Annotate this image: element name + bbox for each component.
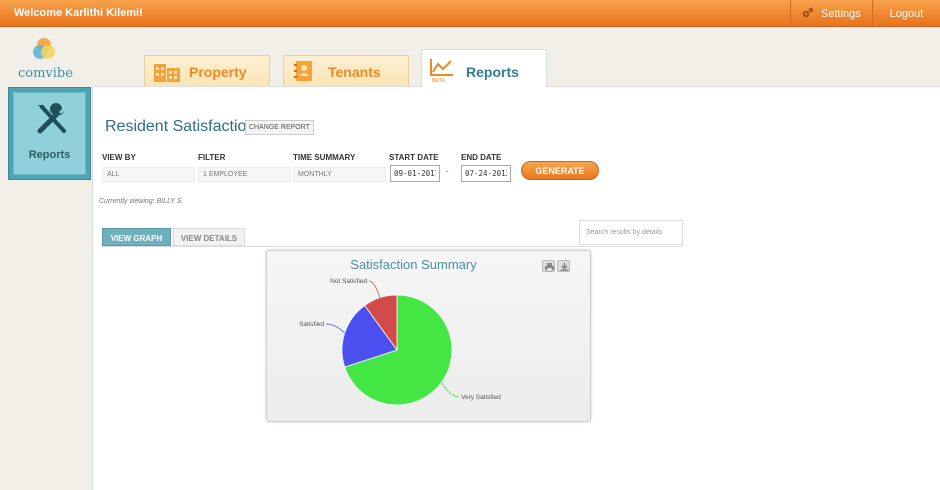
slice-not-satisfied-label: Not Satisfied <box>330 278 367 285</box>
date-separator: - <box>446 167 449 176</box>
building-icon <box>154 64 180 82</box>
chart-panel: Very Satisfied Satisfied Not Satisfied Sat… <box>266 250 591 422</box>
filter-label: FILTER <box>198 153 226 162</box>
line-chart-icon <box>430 59 453 76</box>
download-icon <box>560 263 569 271</box>
generate-button[interactable]: GENERATE <box>521 161 599 180</box>
tab-tenants-label: Tenants <box>328 64 381 80</box>
sidebar-item-reports-inner: Reports <box>13 92 86 175</box>
change-report-button[interactable]: CHANGE REPORT <box>245 120 314 135</box>
main-content: Resident Satisfaction CHANGE REPORT VIEW… <box>93 86 940 490</box>
pie-chart: Very Satisfied Satisfied Not Satisfied <box>299 278 501 406</box>
tab-tenants[interactable]: Tenants <box>283 55 409 86</box>
settings-button[interactable]: Settings <box>790 0 872 27</box>
tab-property[interactable]: Property <box>144 55 270 86</box>
print-chart-button[interactable] <box>542 260 555 272</box>
currently-viewing: Currently viewing: BILLY S <box>99 198 182 205</box>
end-date-label: END DATE <box>461 153 502 162</box>
tab-reports[interactable]: BETA Reports <box>421 49 547 87</box>
download-chart-button[interactable] <box>557 260 570 272</box>
slice-very-satisfied-label: Very Satisfied <box>461 394 501 401</box>
time-summary-label: TIME SUMMARY <box>293 153 356 162</box>
print-icon <box>545 263 554 272</box>
start-date-input[interactable] <box>390 165 440 182</box>
settings-label: Settings <box>821 8 861 20</box>
page-title: Resident Satisfaction <box>105 118 256 135</box>
tab-divider <box>102 246 683 247</box>
brand-name: comvibe <box>18 66 73 81</box>
search-input[interactable]: Search results by details <box>579 220 683 245</box>
beta-badge: BETA <box>432 78 445 84</box>
filter-select[interactable]: 1 EMPLOYEE <box>198 167 291 182</box>
sidebar-item-reports[interactable]: Reports <box>8 87 91 180</box>
tools-icon <box>37 103 66 134</box>
end-date-input[interactable] <box>461 165 511 182</box>
tab-view-details[interactable]: VIEW DETAILS <box>173 228 245 246</box>
top-bar: Welcome Karlithi Kilemi! Settings Logout <box>0 0 940 27</box>
view-by-label: VIEW BY <box>102 153 136 162</box>
tab-property-label: Property <box>189 64 247 80</box>
start-date-label: START DATE <box>389 153 439 162</box>
logout-button[interactable]: Logout <box>872 0 940 27</box>
tab-reports-label: Reports <box>466 64 519 80</box>
slice-satisfied-connector <box>325 323 345 334</box>
gear-icon <box>802 7 814 18</box>
slice-not-satisfied-connector <box>368 280 381 298</box>
address-book-icon <box>294 61 312 81</box>
view-by-select[interactable]: ALL <box>102 167 195 182</box>
sidebar-item-reports-label: Reports <box>28 149 71 161</box>
tab-view-graph[interactable]: VIEW GRAPH <box>102 228 171 246</box>
slice-satisfied-label: Satisfied <box>299 321 324 328</box>
welcome-message: Welcome Karlithi Kilemi! <box>14 7 143 19</box>
time-summary-select[interactable]: MONTHLY <box>293 167 386 182</box>
slice-very-satisfied-connector <box>441 382 460 398</box>
